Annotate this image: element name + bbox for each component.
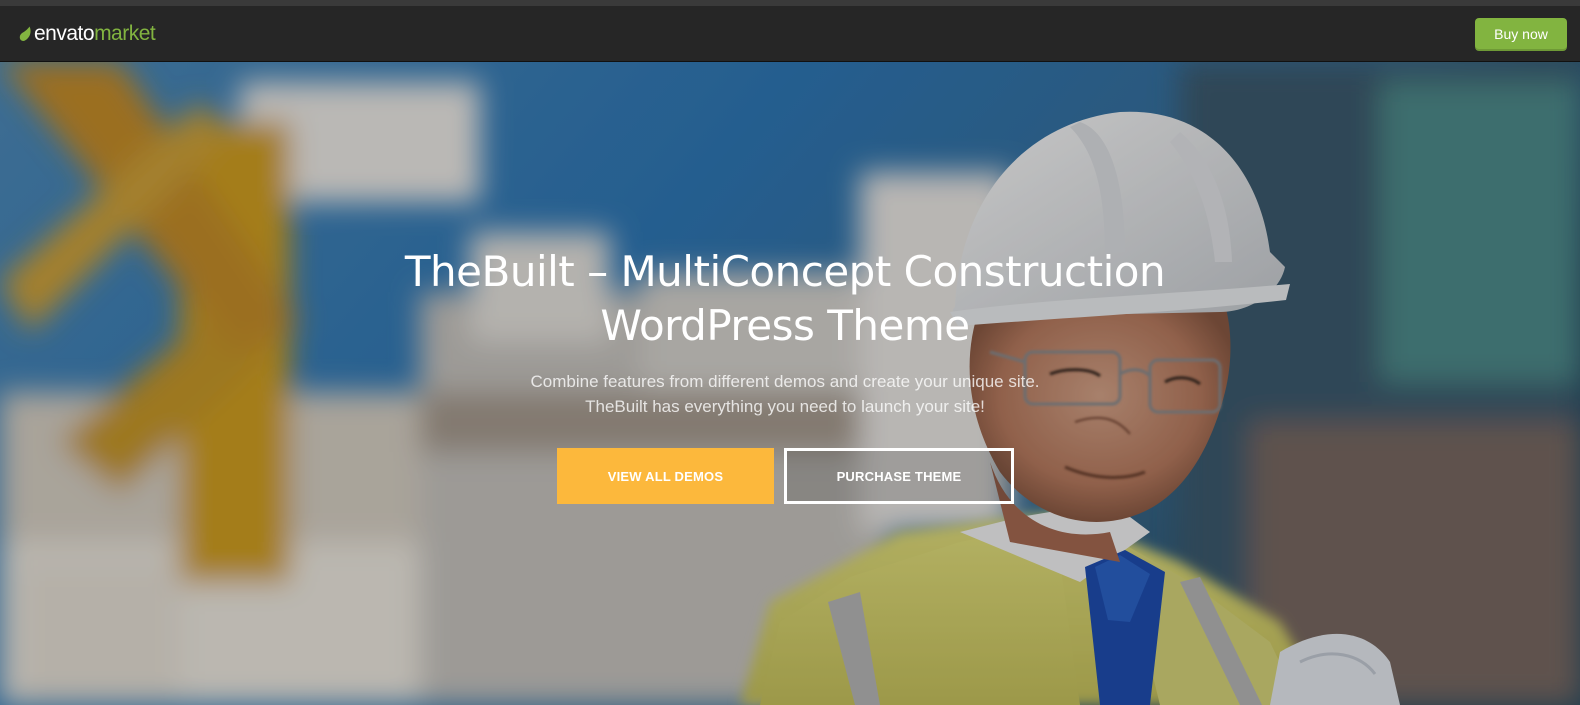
leaf-icon: [19, 26, 31, 41]
envato-market-navbar: envato market Buy now: [0, 6, 1580, 62]
buy-now-button[interactable]: Buy now: [1475, 18, 1567, 49]
hero-section: TheBuilt – MultiConcept Construction Wor…: [0, 62, 1580, 705]
hero-subtitle-line-2: TheBuilt has everything you need to laun…: [585, 397, 985, 416]
logo-envato-text: envato: [34, 22, 95, 45]
envato-market-logo[interactable]: envato market: [19, 22, 156, 46]
hero-title-line-2: WordPress Theme: [600, 301, 970, 350]
view-all-demos-button[interactable]: VIEW ALL DEMOS: [557, 448, 774, 504]
logo-market-text: market: [94, 22, 156, 45]
hero-subtitle: Combine features from different demos an…: [400, 369, 1170, 419]
hero-subtitle-line-1: Combine features from different demos an…: [530, 372, 1040, 391]
hero-title: TheBuilt – MultiConcept Construction Wor…: [290, 245, 1280, 353]
purchase-theme-button[interactable]: PURCHASE THEME: [784, 448, 1014, 504]
hero-title-line-1: TheBuilt – MultiConcept Construction: [404, 247, 1166, 296]
